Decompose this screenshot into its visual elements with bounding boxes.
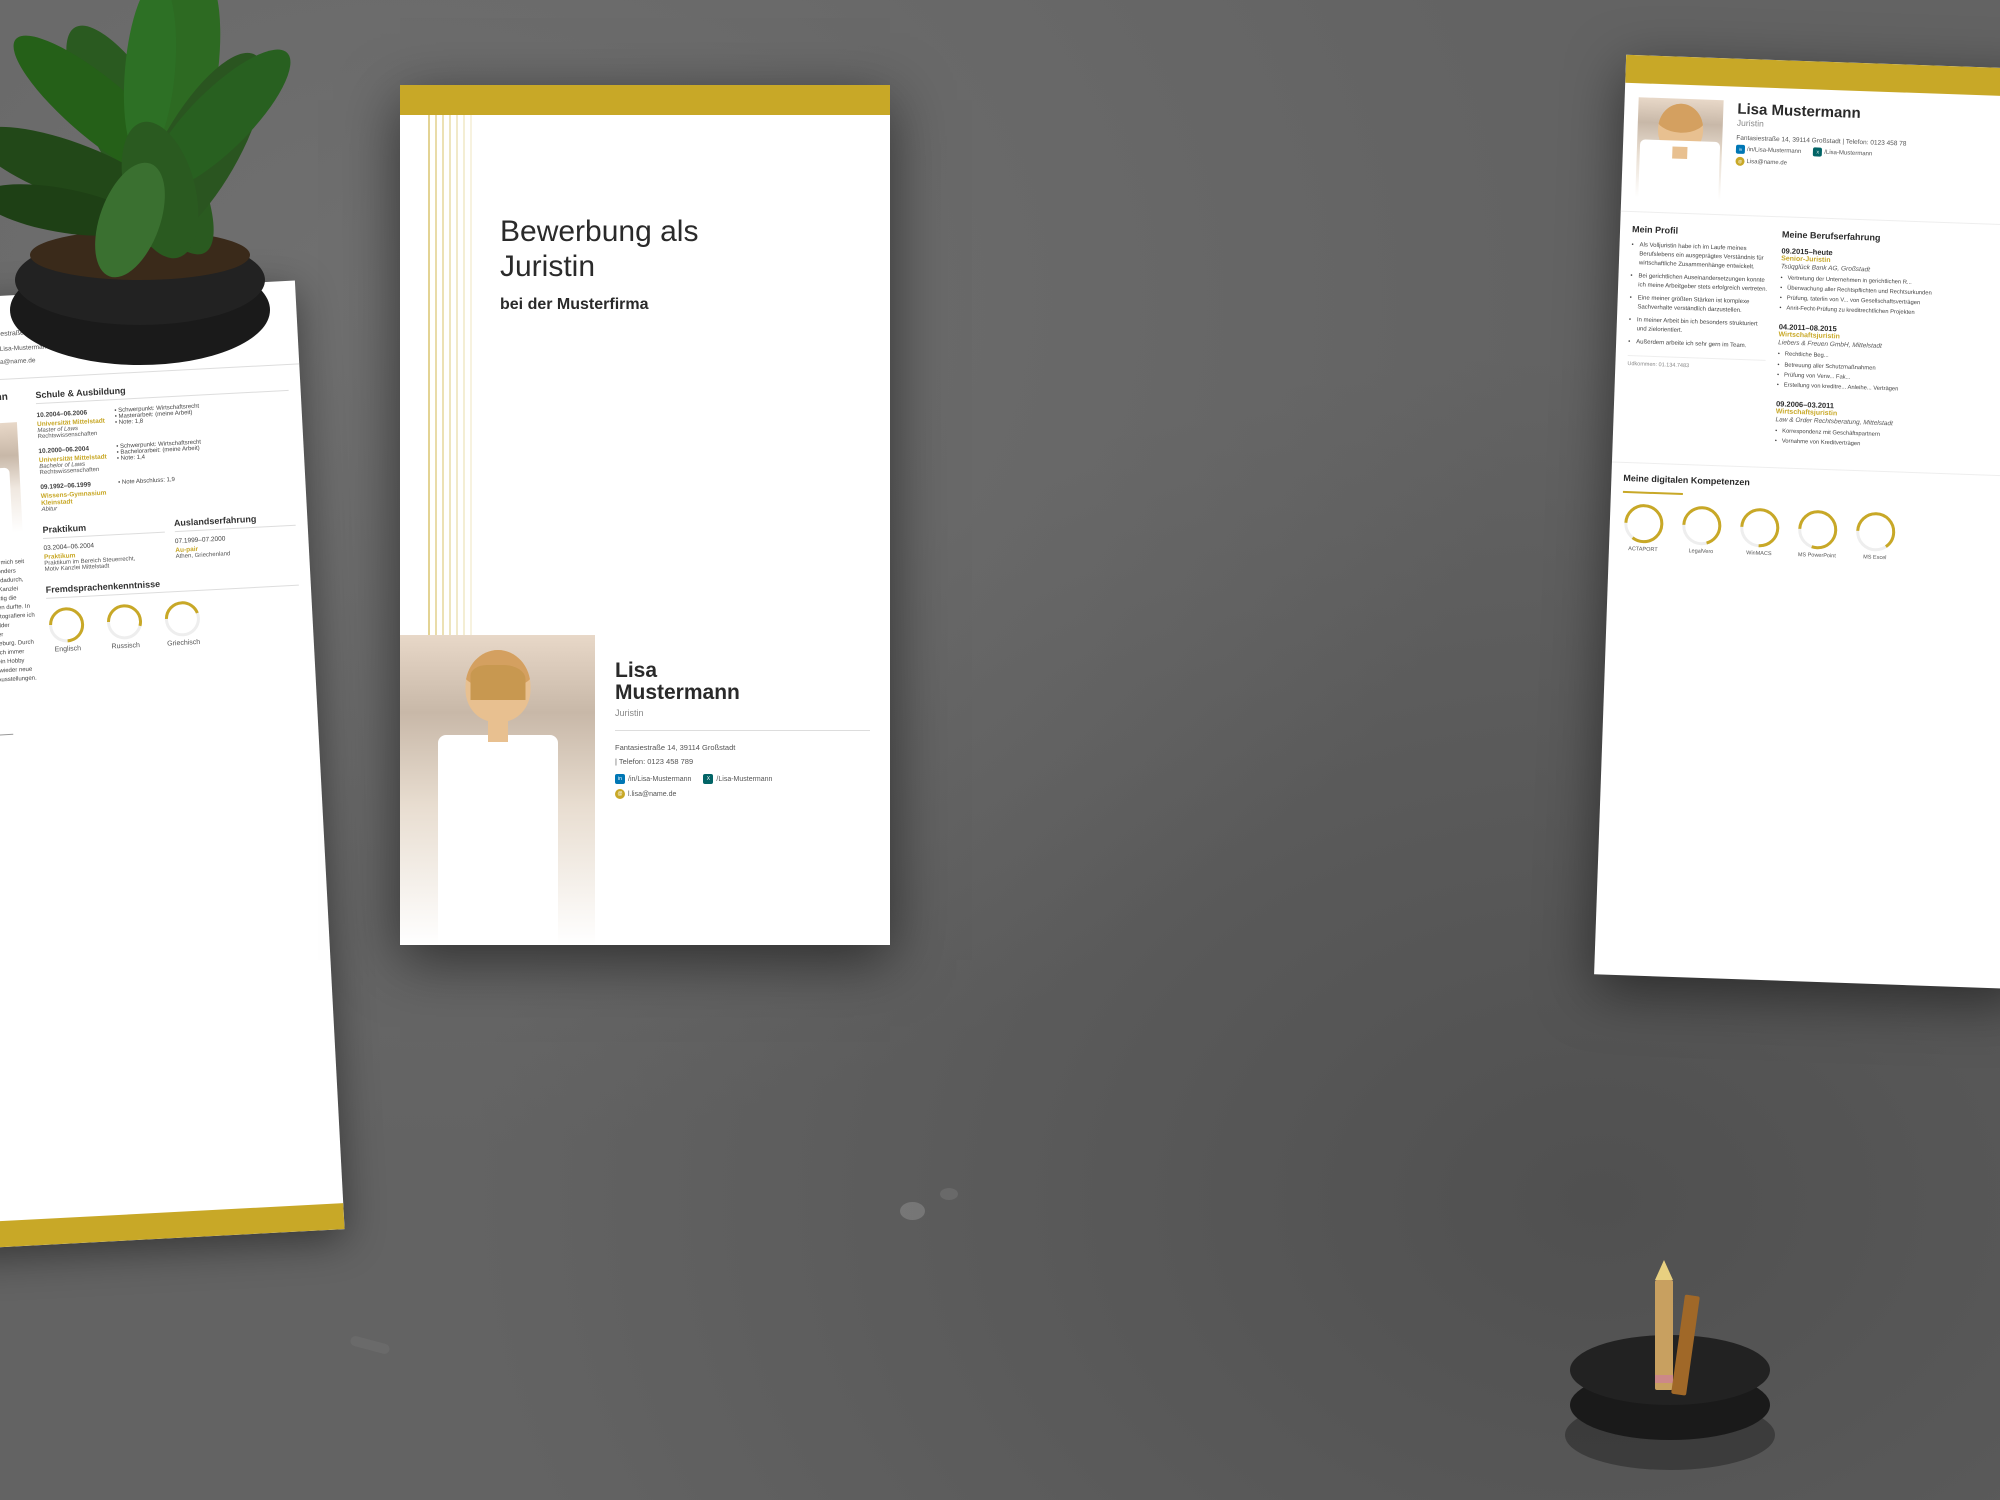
doc-center-title-line2: Juristin (500, 250, 835, 285)
doc-left-signature (0, 705, 13, 739)
doc-left-interests-title: Interessen (0, 543, 34, 557)
skill-actaport: ACTAPORT (1621, 501, 1667, 554)
doc-center-last-name: Mustermann (615, 682, 870, 704)
doc-left-interests-text: Das Thema Recht ist für mich seit meiner… (0, 557, 41, 688)
doc-right-beruf-col: Meine Berufserfahrung 09.2015–heute Seni… (1774, 229, 2000, 464)
doc-center-title-area: Bewerbung als Juristin bei der Musterfir… (400, 115, 890, 354)
doc-left-body: Lisa Mustermann 0 Interessen Das Thema R… (0, 364, 319, 760)
doc-left-praktikum-title: Praktikum (42, 519, 164, 539)
doc-right-profil-col: Mein Profil • Als Volljuristin habe ich … (1624, 224, 1770, 455)
doc-right-body: Mein Profil • Als Volljuristin habe ich … (1612, 212, 2000, 477)
pebble-1 (900, 1202, 925, 1220)
pencil-cup-area (1560, 1250, 1780, 1470)
doc-right: Lisa Mustermann Juristin Fantasiestraße … (1594, 55, 2000, 989)
doc-center-person-title: Juristin (615, 708, 870, 718)
doc-center-subtitle: bei der Musterfirma (500, 296, 835, 314)
doc-right-profil-title: Mein Profil (1632, 224, 1770, 239)
skill-winmacs: WinMACS (1737, 505, 1783, 558)
doc-center-gold-bar (400, 85, 890, 115)
skill-winmacs-label: WinMACS (1737, 550, 1781, 558)
plant-decoration (0, 0, 340, 370)
skill-actaport-label: ACTAPORT (1621, 546, 1665, 554)
doc-right-photo (1635, 97, 1723, 200)
doc-center-name-contact: Lisa Mustermann Juristin Fantasiestraße … (595, 635, 890, 945)
doc-center: Bewerbung als Juristin bei der Musterfir… (400, 85, 890, 945)
doc-right-digital-section: Meine digitalen Kompetenzen ACTAPORT Leg… (1608, 462, 2000, 577)
doc-right-header: Lisa Mustermann Juristin Fantasiestraße … (1621, 83, 2000, 227)
doc-center-first-name: Lisa (615, 660, 870, 682)
doc-center-title-line1: Bewerbung als (500, 215, 835, 250)
doc-right-name-block: Lisa Mustermann Juristin Fantasiestraße … (1734, 101, 2000, 212)
doc-center-bottom: Lisa Mustermann Juristin Fantasiestraße … (400, 635, 890, 945)
skill-legalvero: LegalVero (1679, 503, 1725, 556)
doc-right-job-3: 09.2006–03.2011 Wirtschaftsjuristin Law … (1775, 399, 2000, 454)
doc-left-edu-item-3: 09.1992–06.1999 Wissens-Gymnasium Kleins… (40, 471, 294, 513)
doc-right-beruf-title: Meine Berufserfahrung (1782, 229, 2000, 248)
skill-excel: MS Excel (1853, 509, 1899, 562)
doc-right-job-2: 04.2011–08.2015 Wirtschaftsjuristin Lieb… (1777, 323, 2000, 398)
doc-center-photo (400, 635, 595, 945)
doc-right-job-1: 09.2015–heute Senior-Juristin Tsüqglück … (1779, 246, 2000, 321)
doc-left-photo (0, 422, 23, 537)
skill-legalvero-label: LegalVero (1679, 548, 1723, 556)
skill-excel-label: MS Excel (1853, 554, 1897, 562)
skill-powerpoint: MS PowerPoint (1795, 507, 1841, 560)
doc-left: Fantasiestraße 14, 39114 Großstadt in /i… (0, 280, 345, 1249)
doc-left-edu-item-1: 10.2004–06.2006 Universität Mittelstadt … (36, 399, 290, 440)
doc-left-lang-circles: Englisch Russisch Griechisch (47, 594, 302, 654)
doc-left-ausland-title: Auslandserfahrung (174, 512, 296, 532)
doc-left-col-right: Schule & Ausbildung 10.2004–06.2006 Univ… (35, 377, 306, 742)
doc-left-jobtitle-display: 0 (0, 405, 26, 417)
doc-right-skill-circles: ACTAPORT LegalVero WinMACS (1621, 501, 2000, 566)
pebble-2 (940, 1188, 958, 1200)
skill-powerpoint-label: MS PowerPoint (1795, 552, 1839, 560)
doc-left-edu-item-2: 10.2000–06.2004 Universität Mittelstadt … (38, 435, 292, 476)
